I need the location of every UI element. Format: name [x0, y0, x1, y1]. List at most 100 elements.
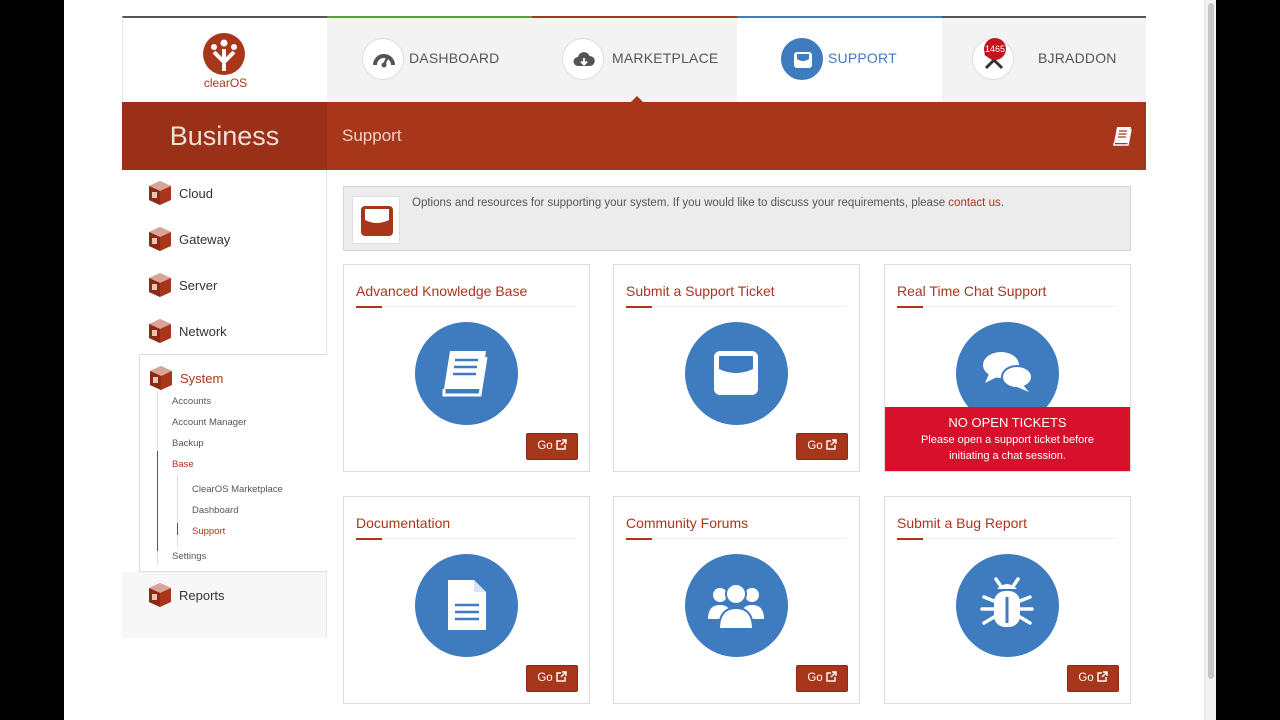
- card-rule: [356, 306, 576, 308]
- card-community-forums: Community Forums Go: [613, 496, 860, 704]
- card-rule: [626, 306, 846, 308]
- nav-settings[interactable]: Settings: [172, 551, 206, 562]
- speedometer-icon: [362, 38, 404, 80]
- tab-accent-bar: [327, 16, 532, 18]
- sidebar-item-network[interactable]: Network: [122, 308, 327, 354]
- notification-badge[interactable]: 1465: [984, 38, 1006, 60]
- clearos-logo-icon: [203, 33, 245, 75]
- card-documentation: Documentation Go: [343, 496, 590, 704]
- nav-backup[interactable]: Backup: [172, 438, 204, 449]
- tree-line-active: [157, 451, 158, 551]
- contact-us-link[interactable]: contact us: [948, 197, 1000, 209]
- go-label: Go: [537, 440, 553, 452]
- sidebar-item-label: System: [180, 371, 224, 386]
- book-icon: [415, 322, 518, 425]
- go-button[interactable]: Go: [1067, 665, 1119, 692]
- title-band: Business Support: [122, 102, 1146, 170]
- sidebar-item-server[interactable]: Server: [122, 262, 327, 308]
- intro-message: Options and resources for supporting you…: [412, 197, 1004, 209]
- bug-icon: [956, 554, 1059, 657]
- external-link-icon: [1096, 671, 1108, 682]
- tab-user[interactable]: BJRADDON: [942, 16, 1146, 102]
- nav-accounts[interactable]: Accounts: [172, 396, 211, 407]
- go-label: Go: [1078, 672, 1094, 684]
- sidebar-item-label: Gateway: [179, 232, 231, 247]
- nav-clearos-marketplace[interactable]: ClearOS Marketplace: [192, 484, 283, 495]
- tab-label: BJRADDON: [1038, 50, 1117, 66]
- top-nav: clearOS DASHBOARD MARKETPLACE SUPPORT BJ…: [122, 16, 1146, 102]
- cube-icon: [150, 366, 172, 390]
- card-rule: [626, 538, 846, 540]
- inbox-icon: [781, 38, 823, 80]
- external-link-icon: [555, 671, 567, 682]
- card-rule: [897, 538, 1117, 540]
- nav-base[interactable]: Base: [172, 459, 194, 470]
- external-link-icon: [825, 671, 837, 682]
- alert-text: Please open a support ticket before init…: [920, 434, 1095, 462]
- logo-text: clearOS: [203, 76, 248, 90]
- cloud-download-icon: [562, 38, 604, 80]
- go-label: Go: [807, 672, 823, 684]
- tab-dashboard[interactable]: DASHBOARD: [327, 16, 532, 102]
- sidebar-item-label: Reports: [179, 588, 225, 603]
- scrollbar-thumb[interactable]: [1208, 3, 1214, 679]
- card-title: Real Time Chat Support: [897, 283, 1047, 299]
- tab-label: DASHBOARD: [409, 50, 500, 66]
- tab-support[interactable]: SUPPORT: [737, 16, 942, 102]
- tab-label: SUPPORT: [828, 50, 897, 66]
- external-link-icon: [825, 439, 837, 450]
- go-button[interactable]: Go: [796, 665, 848, 692]
- document-icon: [415, 554, 518, 657]
- page-scrollbar[interactable]: [1204, 0, 1216, 720]
- card-bug-report: Submit a Bug Report Go: [884, 496, 1131, 704]
- card-rule: [356, 538, 576, 540]
- cube-icon: [149, 583, 171, 607]
- tab-accent-bar: [532, 16, 737, 18]
- tab-marketplace[interactable]: MARKETPLACE: [532, 16, 737, 102]
- card-title: Community Forums: [626, 515, 749, 531]
- cube-icon: [149, 181, 171, 205]
- go-label: Go: [537, 672, 553, 684]
- sidebar-item-reports[interactable]: Reports: [122, 572, 327, 638]
- intro-suffix: .: [1000, 197, 1004, 209]
- go-label: Go: [807, 440, 823, 452]
- no-open-tickets-alert: NO OPEN TICKETS Please open a support ti…: [885, 407, 1130, 471]
- cube-icon: [149, 319, 171, 343]
- sidebar-item-cloud[interactable]: Cloud: [122, 170, 327, 216]
- card-title: Submit a Bug Report: [897, 515, 1027, 531]
- go-button[interactable]: Go: [526, 433, 578, 460]
- go-button[interactable]: Go: [796, 433, 848, 460]
- edition-panel: Business: [122, 102, 327, 170]
- inbox-icon: [685, 322, 788, 425]
- card-title: Submit a Support Ticket: [626, 283, 775, 299]
- alert-title: NO OPEN TICKETS: [948, 415, 1067, 430]
- card-support-ticket: Submit a Support Ticket Go: [613, 264, 860, 472]
- inbox-icon: [352, 196, 400, 244]
- intro-text: Options and resources for supporting you…: [412, 197, 949, 209]
- clearos-logo[interactable]: clearOS: [122, 16, 327, 102]
- browser-page: clearOS DASHBOARD MARKETPLACE SUPPORT BJ…: [64, 0, 1216, 720]
- clearos-app: clearOS DASHBOARD MARKETPLACE SUPPORT BJ…: [122, 16, 1146, 720]
- page-title: Support: [342, 126, 402, 145]
- nav-support[interactable]: Support: [192, 526, 225, 537]
- card-rule: [897, 306, 1117, 308]
- cube-icon: [149, 273, 171, 297]
- tab-accent-bar: [942, 16, 1146, 18]
- book-icon[interactable]: [1112, 125, 1134, 147]
- nav-dashboard[interactable]: Dashboard: [192, 505, 238, 516]
- sidebar-item-gateway[interactable]: Gateway: [122, 216, 327, 262]
- card-knowledge-base: Advanced Knowledge Base Go: [343, 264, 590, 472]
- go-button[interactable]: Go: [526, 665, 578, 692]
- sidebar-item-system[interactable]: System Accounts Account Manager Backup B…: [139, 354, 327, 572]
- tab-accent-bar: [737, 16, 942, 18]
- card-title: Documentation: [356, 515, 451, 531]
- sidebar: Cloud Gateway Server Network System Acco…: [122, 170, 327, 640]
- users-icon: [685, 554, 788, 657]
- card-title: Advanced Knowledge Base: [356, 283, 528, 299]
- nav-account-manager[interactable]: Account Manager: [172, 417, 246, 428]
- edition-name: Business: [169, 121, 280, 151]
- sidebar-item-label: Server: [179, 278, 218, 293]
- external-link-icon: [555, 439, 567, 450]
- sidebar-item-label: Cloud: [179, 186, 213, 201]
- tab-label: MARKETPLACE: [612, 50, 719, 66]
